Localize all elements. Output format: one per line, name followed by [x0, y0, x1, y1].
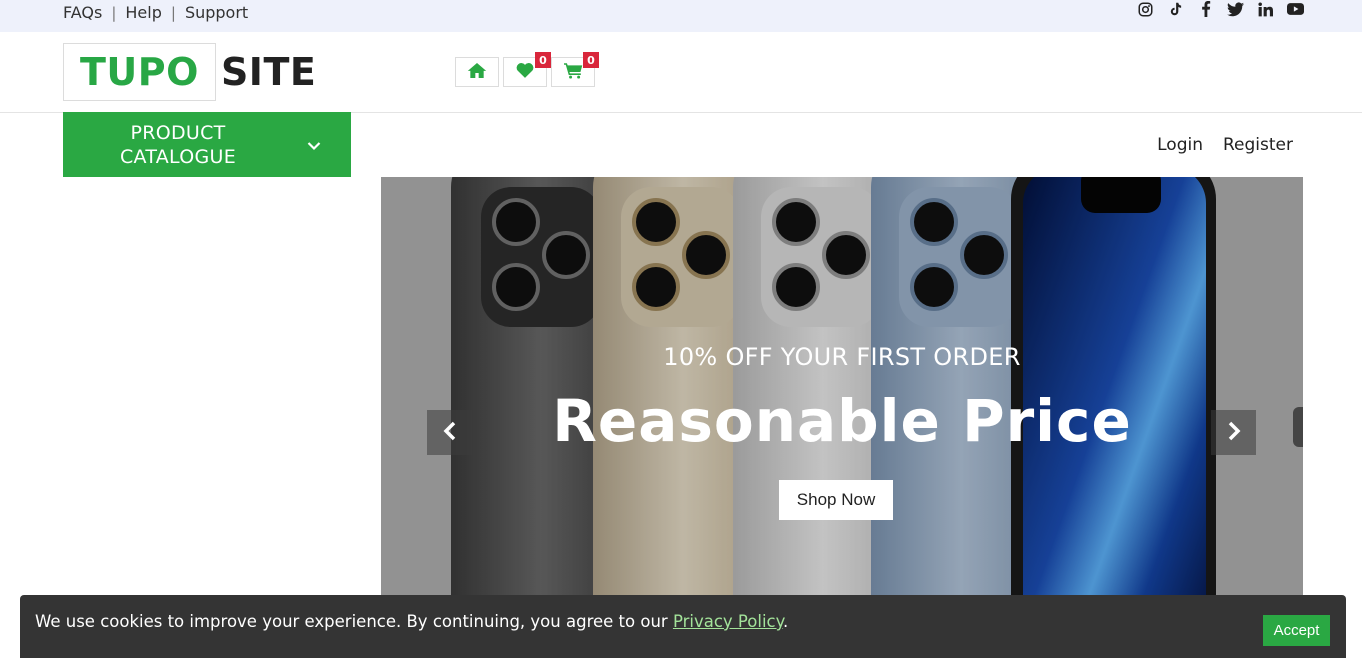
- tiktok-icon[interactable]: [1167, 1, 1184, 18]
- carousel-next-button[interactable]: [1211, 410, 1256, 455]
- login-link[interactable]: Login: [1157, 135, 1203, 155]
- hero-subtitle: 10% OFF YOUR FIRST ORDER: [663, 343, 1021, 371]
- top-bar: FAQs | Help | Support: [0, 0, 1362, 32]
- shop-now-button[interactable]: Shop Now: [779, 480, 893, 520]
- catalogue-label-line1: PRODUCT: [130, 121, 226, 144]
- faqs-link[interactable]: FAQs: [63, 3, 102, 22]
- cookie-period: .: [783, 612, 789, 631]
- support-link[interactable]: Support: [185, 3, 248, 22]
- product-catalogue-dropdown[interactable]: PRODUCT CATALOGUE: [63, 112, 351, 177]
- home-button[interactable]: [455, 57, 499, 87]
- site-logo[interactable]: TUPO SITE: [63, 43, 316, 101]
- register-link[interactable]: Register: [1223, 135, 1293, 155]
- hero-carousel: 10% OFF YOUR FIRST ORDER Reasonable Pric…: [381, 177, 1303, 658]
- top-links: FAQs | Help | Support: [63, 3, 248, 22]
- catalogue-label-line2: CATALOGUE: [119, 145, 237, 168]
- twitter-icon[interactable]: [1227, 1, 1244, 18]
- logo-primary: TUPO: [63, 43, 216, 101]
- separator: |: [111, 3, 117, 22]
- accept-cookies-button[interactable]: Accept: [1263, 615, 1330, 646]
- cart-button[interactable]: 0: [551, 52, 599, 87]
- chevron-down-icon: [307, 136, 321, 155]
- help-link[interactable]: Help: [125, 3, 161, 22]
- instagram-icon[interactable]: [1137, 1, 1154, 18]
- chevron-right-icon: [1227, 421, 1241, 445]
- cookie-message: We use cookies to improve your experienc…: [35, 612, 788, 631]
- home-icon: [467, 62, 487, 83]
- wishlist-button[interactable]: 0: [503, 52, 551, 87]
- cookie-banner: We use cookies to improve your experienc…: [20, 595, 1346, 658]
- facebook-icon[interactable]: [1197, 1, 1214, 18]
- site-header: TUPO SITE 0 0: [0, 32, 1362, 113]
- linkedin-icon[interactable]: [1257, 1, 1274, 18]
- youtube-icon[interactable]: [1287, 1, 1304, 18]
- auth-links: Login Register: [1157, 135, 1293, 155]
- privacy-policy-link[interactable]: Privacy Policy: [673, 612, 783, 631]
- wishlist-count-badge: 0: [535, 52, 551, 68]
- logo-secondary: SITE: [220, 50, 317, 94]
- cart-count-badge: 0: [583, 52, 599, 68]
- cookie-text: We use cookies to improve your experienc…: [35, 612, 673, 631]
- hero-title: Reasonable Price: [552, 387, 1132, 455]
- heart-icon: [516, 62, 534, 82]
- header-actions: 0 0: [455, 52, 599, 87]
- social-links: [1137, 0, 1304, 18]
- carousel-prev-button[interactable]: [427, 410, 472, 455]
- cart-icon: [563, 62, 583, 83]
- catalogue-label: PRODUCT CATALOGUE: [63, 121, 293, 169]
- chevron-left-icon: [443, 421, 457, 445]
- separator: |: [170, 3, 176, 22]
